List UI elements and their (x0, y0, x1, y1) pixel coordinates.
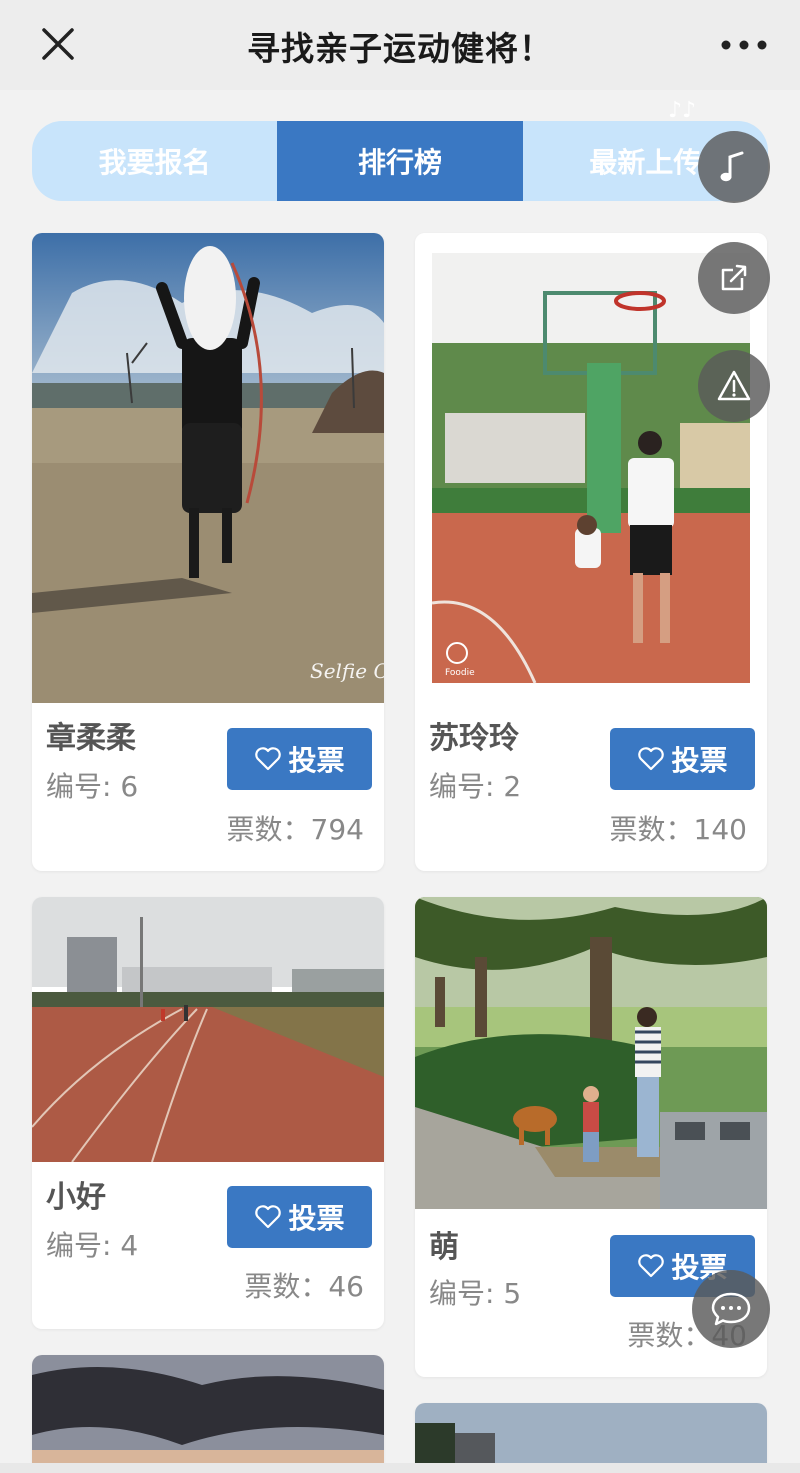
entry-photo[interactable] (32, 897, 384, 1162)
entry-number: 编号: 2 (429, 770, 522, 803)
more-dots-icon[interactable] (716, 30, 772, 60)
top-navigation-bar: 寻找亲子运动健将！ (0, 0, 800, 90)
entry-number: 编号: 5 (429, 1277, 522, 1310)
entry-card[interactable] (32, 1355, 384, 1473)
share-icon[interactable] (698, 242, 770, 314)
entry-name: 萌 (429, 1230, 459, 1265)
tab-signup[interactable]: 我要报名 (32, 121, 277, 201)
entry-card[interactable]: 小好 编号: 4 投票 票数：46 (32, 897, 384, 1329)
entry-name: 章柔柔 (46, 721, 136, 756)
entry-name: 苏玲玲 (429, 721, 519, 756)
heart-outline-icon (638, 1254, 665, 1278)
entry-photo[interactable]: Selfie City (32, 233, 384, 703)
vote-count: 票数：140 (609, 813, 747, 846)
page-title: 寻找亲子运动健将！ (247, 29, 553, 68)
entry-name: 小好 (46, 1180, 106, 1215)
warning-icon[interactable] (698, 350, 770, 422)
vote-count: 票数：794 (226, 813, 364, 846)
vote-button-label: 投票 (288, 1202, 345, 1235)
entry-photo[interactable] (32, 1355, 384, 1473)
heart-outline-icon (638, 747, 665, 771)
tab-ranking[interactable]: 排行榜 (277, 121, 523, 201)
vote-button-label: 投票 (671, 744, 728, 777)
watermark-selfie-city: Selfie City (310, 659, 384, 683)
watermark-foodie: Foodie (445, 668, 475, 678)
vote-button[interactable]: 投票 (610, 728, 755, 790)
music-notes-icon: ♪♪ (668, 98, 697, 123)
vote-button[interactable]: 投票 (227, 1186, 372, 1248)
vote-count: 票数：46 (244, 1270, 364, 1303)
entry-photo[interactable] (415, 897, 767, 1209)
vote-button-label: 投票 (288, 744, 345, 777)
heart-outline-icon (255, 1205, 282, 1229)
music-note-icon[interactable] (698, 131, 770, 203)
heart-outline-icon (255, 747, 282, 771)
entry-card[interactable]: Selfie City 章柔柔 编号: 6 投票 票数：794 (32, 233, 384, 871)
entry-card[interactable]: Foodie 苏玲玲 编号: 2 投票 票数：140 (415, 233, 767, 871)
tab-bar: 我要报名 排行榜 最新上传 (32, 121, 768, 201)
entry-number: 编号: 6 (46, 770, 139, 803)
entry-number: 编号: 4 (46, 1229, 139, 1262)
vote-button[interactable]: 投票 (227, 728, 372, 790)
bottom-edge (0, 1463, 800, 1473)
chat-bubble-icon[interactable] (692, 1270, 770, 1348)
